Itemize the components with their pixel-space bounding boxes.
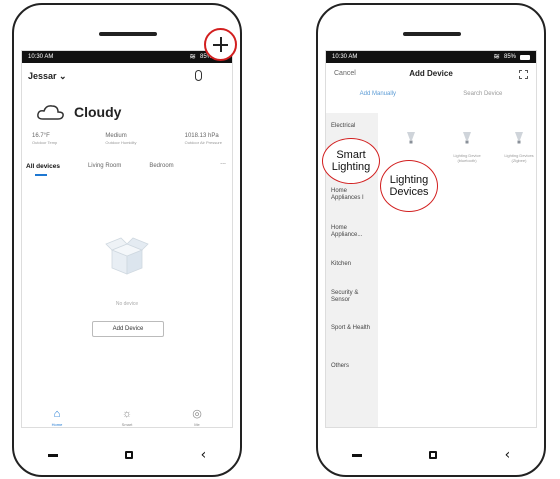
phone-speaker — [403, 32, 461, 36]
callout-label: Smart Lighting — [331, 149, 371, 173]
chevron-down-icon: ⌄ — [59, 71, 67, 81]
home-nav-icon[interactable] — [429, 451, 438, 459]
scan-icon[interactable] — [519, 70, 528, 79]
tab-living-room[interactable]: Living Room — [88, 163, 121, 169]
system-nav-bar: ‹ — [318, 443, 544, 467]
active-tab-indicator — [35, 174, 47, 176]
system-nav-bar: ‹ — [14, 443, 240, 467]
user-icon: ◎ — [192, 408, 202, 420]
phone-home-screen: 10:30 AM ≋ 85% Jessar ⌄ Cloudy 16.7°F Ou… — [12, 3, 242, 477]
add-device-button[interactable]: Add Device — [92, 321, 164, 337]
cloud-icon — [37, 105, 64, 120]
category-others[interactable]: Others — [331, 363, 377, 370]
battery-icon — [520, 54, 530, 60]
light-bulb-icon — [463, 132, 471, 144]
product-tile[interactable]: Lighting Device (bluetooth) — [452, 131, 482, 163]
product-tile[interactable]: Lighting Devices (Zigbee) — [504, 131, 534, 163]
light-bulb-icon — [515, 132, 523, 144]
home-header: Jessar ⌄ — [28, 69, 226, 85]
bottom-tab-bar: ⌂ Home ☼ Smart ◎ Me — [22, 408, 232, 427]
callout-smart-lighting[interactable]: Smart Lighting — [322, 138, 380, 184]
tab-add-manually[interactable]: Add Manually — [360, 91, 396, 107]
page-title: Add Device — [409, 69, 453, 78]
category-kitchen[interactable]: Kitchen — [331, 261, 377, 268]
home-selector[interactable]: Jessar ⌄ — [28, 71, 67, 82]
room-tabs: All devices Living Room Bedroom — [22, 157, 232, 175]
tab-all-devices[interactable]: All devices — [26, 163, 60, 170]
stat-pressure: 1018.13 hPa Outdoor Air Pressure — [184, 133, 222, 145]
weather-condition: Cloudy — [74, 104, 122, 120]
add-device-header: Cancel Add Device — [326, 67, 536, 83]
empty-box-icon — [105, 237, 149, 275]
weather-stats: 16.7°F Outdoor Temp Medium Outdoor Humid… — [32, 133, 222, 145]
recent-nav-icon[interactable]: ‹ — [201, 448, 207, 462]
wifi-icon: ≋ — [189, 52, 196, 61]
category-home-appliances-1[interactable]: Home Appliances I — [331, 188, 377, 202]
light-bulb-icon — [407, 132, 415, 144]
more-icon[interactable]: ... — [220, 159, 226, 166]
sun-icon: ☼ — [121, 408, 133, 420]
callout-lighting-devices[interactable]: Lighting Devices — [380, 160, 438, 212]
phone-speaker — [99, 32, 157, 36]
battery-percent: 85% — [503, 54, 516, 60]
back-nav-icon[interactable] — [47, 453, 58, 457]
microphone-icon[interactable] — [195, 70, 202, 81]
bottom-tab-me[interactable]: ◎ Me — [177, 408, 217, 427]
bottom-tab-home[interactable]: ⌂ Home — [37, 408, 77, 427]
home-nav-icon[interactable] — [125, 451, 134, 459]
home-icon: ⌂ — [53, 408, 61, 420]
stat-humidity: Medium Outdoor Humidity — [105, 133, 137, 145]
empty-state-text: No device — [115, 301, 139, 307]
product-tile[interactable] — [396, 131, 426, 153]
add-device-screen: 10:30 AM ≋ 85% Cancel Add Device Add Man… — [325, 50, 537, 428]
back-nav-icon[interactable] — [351, 453, 362, 457]
status-bar: 10:30 AM ≋ 85% — [326, 51, 536, 63]
home-name: Jessar — [28, 71, 57, 81]
category-electrical[interactable]: Electrical — [331, 123, 377, 130]
stat-temperature: 16.7°F Outdoor Temp — [32, 133, 58, 145]
status-time: 10:30 AM — [332, 54, 358, 60]
weather-widget: Cloudy — [36, 103, 121, 121]
tab-search-device[interactable]: Search Device — [463, 91, 502, 107]
home-screen: 10:30 AM ≋ 85% Jessar ⌄ Cloudy 16.7°F Ou… — [21, 50, 233, 428]
wifi-icon: ≋ — [493, 52, 500, 61]
category-security-sensor[interactable]: Security & Sensor — [331, 290, 377, 304]
add-device-tabs: Add Manually Search Device — [326, 91, 536, 107]
category-home-appliances-2[interactable]: Home Appliance... — [331, 225, 377, 239]
status-time: 10:30 AM — [28, 54, 54, 60]
status-bar: 10:30 AM ≋ 85% — [22, 51, 232, 63]
tab-bedroom[interactable]: Bedroom — [149, 163, 173, 169]
add-plus-button[interactable] — [204, 28, 237, 61]
recent-nav-icon[interactable]: ‹ — [505, 448, 511, 462]
bottom-tab-smart[interactable]: ☼ Smart — [107, 408, 147, 427]
callout-label: Lighting Devices — [389, 174, 429, 198]
phone-add-device-screen: 10:30 AM ≋ 85% Cancel Add Device Add Man… — [316, 3, 546, 477]
category-sport-health[interactable]: Sport & Health — [331, 325, 377, 332]
